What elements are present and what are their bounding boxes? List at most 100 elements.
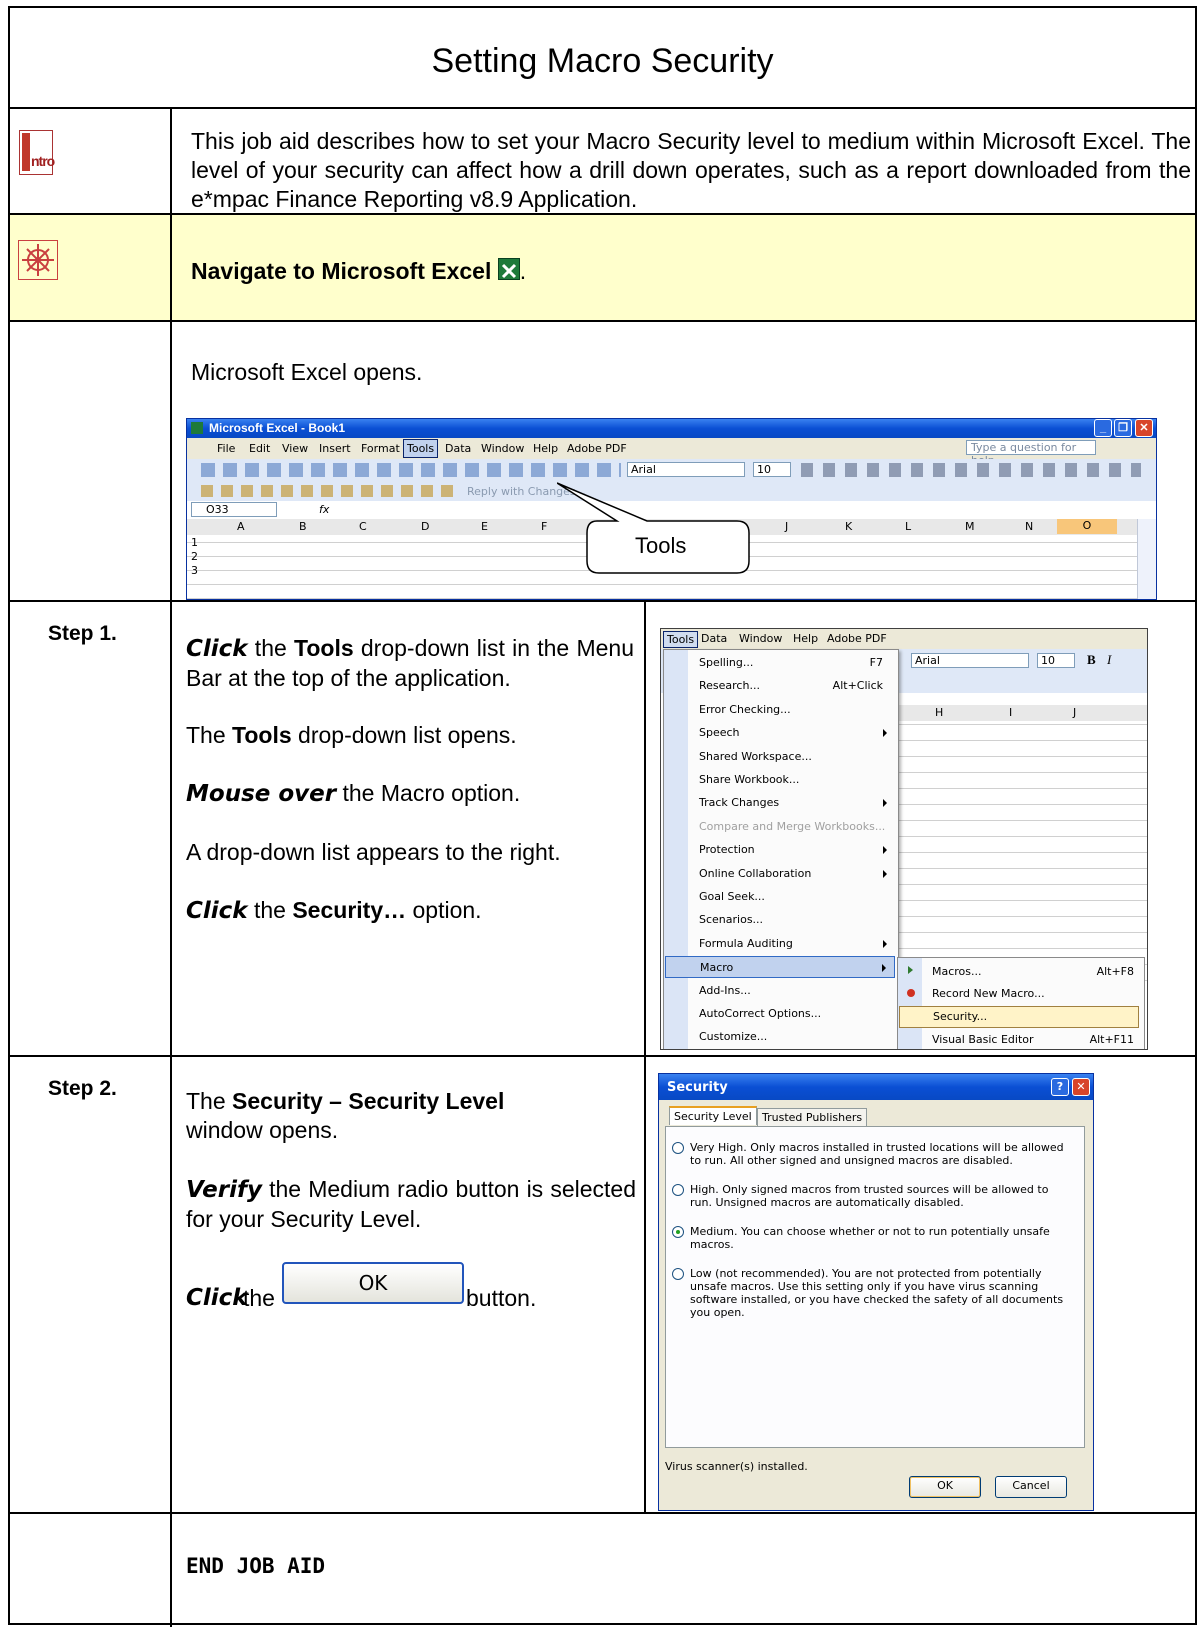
font-size-select[interactable]: 10 bbox=[1037, 653, 1075, 668]
radio-very-high[interactable] bbox=[672, 1142, 684, 1154]
menu-item[interactable]: Track Changes bbox=[665, 792, 895, 814]
menu-item[interactable]: Share Workbook... bbox=[665, 769, 895, 791]
radio-low[interactable] bbox=[672, 1268, 684, 1280]
format-toolbar-icons[interactable] bbox=[801, 463, 1141, 477]
radio-option[interactable]: Low (not recommended). You are not prote… bbox=[672, 1267, 1072, 1319]
name-box[interactable]: O33 bbox=[191, 502, 277, 517]
menu-item[interactable]: Formula Auditing bbox=[665, 933, 895, 955]
col-header[interactable]: I bbox=[1009, 706, 1012, 719]
col-header[interactable]: H bbox=[935, 706, 943, 719]
submenu-item[interactable]: Record New Macro... bbox=[902, 984, 1140, 1004]
menu-data[interactable]: Data bbox=[701, 632, 727, 645]
italic-icon[interactable]: I bbox=[1107, 652, 1111, 668]
menu-item[interactable]: Research... Alt+Click bbox=[665, 675, 895, 697]
col-header[interactable]: D bbox=[421, 520, 429, 533]
menu-window[interactable]: Window bbox=[481, 442, 524, 455]
col-header[interactable]: N bbox=[1025, 520, 1033, 533]
opens-text: Microsoft Excel opens. bbox=[191, 359, 423, 385]
menu-item[interactable]: Error Checking... bbox=[665, 699, 895, 721]
vertical-scrollbar[interactable] bbox=[1137, 519, 1156, 599]
restore-icon[interactable]: ❐ bbox=[1114, 419, 1132, 437]
end-job-aid: END JOB AID bbox=[186, 1554, 326, 1578]
navigate-row: Navigate to Microsoft Excel . bbox=[10, 215, 1195, 322]
menu-item[interactable]: Protection bbox=[665, 839, 895, 861]
step2-instructions: The Security – Security Level window ope… bbox=[186, 1087, 636, 1312]
menu-view[interactable]: View bbox=[282, 442, 308, 455]
ok-button[interactable]: OK bbox=[909, 1476, 981, 1498]
step1-line: Mouse over the Macro option. bbox=[186, 780, 521, 807]
menu-item[interactable]: Shared Workspace... bbox=[665, 746, 895, 768]
toolbar-icons[interactable] bbox=[201, 463, 621, 477]
submenu-arrow-icon bbox=[883, 729, 887, 738]
menu-edit[interactable]: Edit bbox=[249, 442, 270, 455]
step2-line: window opens. bbox=[186, 1117, 339, 1143]
menu-item[interactable]: Add-Ins... bbox=[665, 980, 895, 1002]
column-headers: H I J bbox=[891, 705, 1147, 722]
radio-option[interactable]: Very High. Only macros installed in trus… bbox=[672, 1141, 1072, 1167]
col-header-selected[interactable]: O bbox=[1057, 519, 1117, 534]
font-select[interactable]: Arial bbox=[911, 653, 1029, 668]
menu-data[interactable]: Data bbox=[445, 442, 471, 455]
bold-icon[interactable]: B bbox=[1087, 652, 1096, 668]
menu-item[interactable]: Macro bbox=[665, 956, 895, 979]
menu-tools[interactable]: Tools bbox=[663, 631, 699, 648]
dialog-title-bar: Security ? ✕ bbox=[659, 1074, 1093, 1100]
help-icon[interactable]: ? bbox=[1051, 1078, 1069, 1096]
row-header[interactable]: 1 bbox=[191, 536, 198, 549]
tab-trusted-publishers[interactable]: Trusted Publishers bbox=[757, 1108, 868, 1127]
close-icon[interactable]: ✕ bbox=[1135, 419, 1153, 437]
radio-high[interactable] bbox=[672, 1184, 684, 1196]
col-header[interactable]: C bbox=[359, 520, 367, 533]
submenu-arrow-icon bbox=[883, 846, 887, 855]
submenu-item[interactable]: Macros... Alt+F8 bbox=[902, 962, 1140, 982]
menu-help[interactable]: Help bbox=[793, 632, 818, 645]
menu-adobe-pdf[interactable]: Adobe PDF bbox=[567, 442, 627, 455]
menu-item[interactable]: Goal Seek... bbox=[665, 886, 895, 908]
row-header[interactable]: 3 bbox=[191, 564, 198, 577]
menu-tools[interactable]: Tools bbox=[403, 439, 439, 458]
row-header[interactable]: 2 bbox=[191, 550, 198, 563]
col-header[interactable]: L bbox=[905, 520, 911, 533]
col-header[interactable]: J bbox=[785, 520, 788, 533]
menu-item[interactable]: AutoCorrect Options... bbox=[665, 1003, 895, 1025]
col-header[interactable]: A bbox=[237, 520, 245, 533]
submenu-item-security[interactable]: Security... bbox=[899, 1006, 1139, 1028]
step1-line: Click the Security… option. bbox=[186, 897, 482, 924]
font-select[interactable]: Arial bbox=[627, 462, 745, 477]
cancel-button[interactable]: Cancel bbox=[995, 1476, 1067, 1498]
menu-item[interactable]: Compare and Merge Workbooks... bbox=[665, 816, 895, 838]
font-size-select[interactable]: 10 bbox=[753, 462, 791, 477]
submenu-item[interactable]: Visual Basic Editor Alt+F11 bbox=[902, 1030, 1140, 1049]
menu-help[interactable]: Help bbox=[533, 442, 558, 455]
excel-icon bbox=[191, 422, 203, 434]
minimize-icon[interactable]: _ bbox=[1094, 419, 1112, 437]
help-search-input[interactable]: Type a question for help bbox=[966, 440, 1096, 467]
play-icon bbox=[908, 966, 913, 974]
radio-option[interactable]: High. Only signed macros from trusted so… bbox=[672, 1183, 1072, 1209]
col-header[interactable]: B bbox=[299, 520, 307, 533]
menu-insert[interactable]: Insert bbox=[319, 442, 351, 455]
menu-item[interactable]: Spelling... F7 bbox=[665, 652, 895, 674]
menu-adobe-pdf[interactable]: Adobe PDF bbox=[827, 632, 887, 645]
col-header[interactable]: J bbox=[1073, 706, 1076, 719]
col-header[interactable]: K bbox=[845, 520, 852, 533]
col-header[interactable]: F bbox=[541, 520, 547, 533]
menu-item[interactable]: Online Collaboration bbox=[665, 863, 895, 885]
step1-line: A drop-down list appears to the right. bbox=[186, 839, 561, 865]
radio-medium[interactable] bbox=[672, 1226, 684, 1238]
sheet-grid[interactable] bbox=[891, 721, 1147, 981]
menu-window[interactable]: Window bbox=[739, 632, 782, 645]
tab-security-level[interactable]: Security Level bbox=[669, 1106, 757, 1125]
reviewing-icons[interactable] bbox=[201, 485, 461, 497]
col-header[interactable]: E bbox=[481, 520, 488, 533]
menu-format[interactable]: Format bbox=[361, 442, 400, 455]
col-header[interactable]: M bbox=[965, 520, 975, 533]
step2-line: The Security – Security Level bbox=[186, 1088, 505, 1114]
menu-item[interactable]: Customize... bbox=[665, 1026, 895, 1048]
menu-item[interactable]: Scenarios... bbox=[665, 909, 895, 931]
menu-file[interactable]: File bbox=[217, 442, 235, 455]
radio-option[interactable]: Medium. You can choose whether or not to… bbox=[672, 1225, 1072, 1251]
close-icon[interactable]: ✕ bbox=[1072, 1078, 1090, 1096]
title-row: Setting Macro Security bbox=[10, 8, 1195, 109]
menu-item[interactable]: Speech bbox=[665, 722, 895, 744]
